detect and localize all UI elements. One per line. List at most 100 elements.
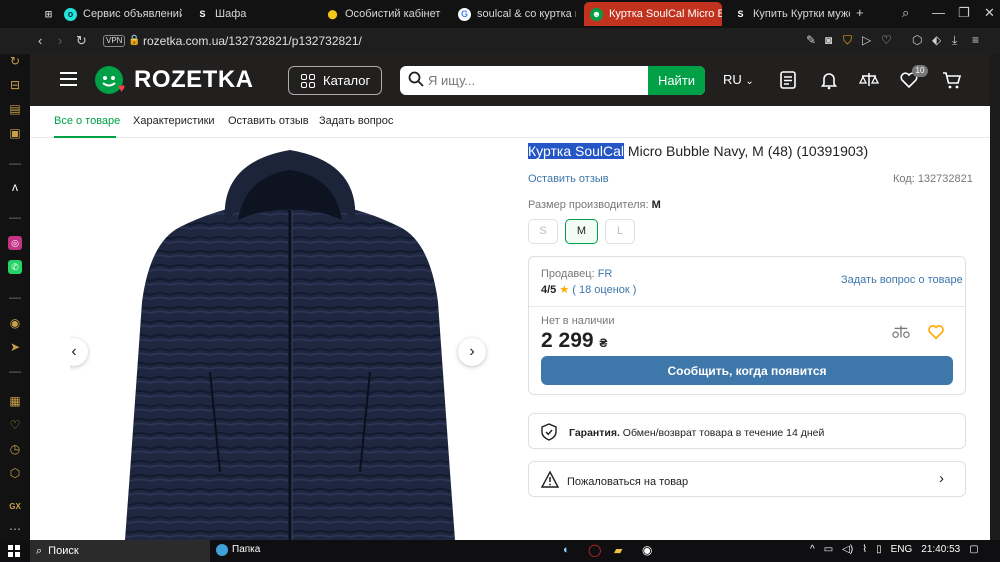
- network-icon[interactable]: ▭: [824, 544, 833, 555]
- send-icon[interactable]: ➤: [8, 340, 22, 354]
- maximize-icon[interactable]: ❐: [958, 5, 970, 21]
- extensions-icon[interactable]: ▦: [8, 394, 22, 408]
- heart-icon[interactable]: ♡: [8, 418, 22, 432]
- jacket-image[interactable]: [70, 142, 510, 540]
- news-icon[interactable]: ▤: [8, 102, 22, 116]
- catalog-button[interactable]: Каталог: [288, 66, 382, 95]
- close-icon[interactable]: ✕: [984, 5, 995, 21]
- vpn-badge[interactable]: VPN: [103, 35, 126, 47]
- new-tab-button[interactable]: +: [856, 5, 864, 20]
- compare-icon[interactable]: [891, 323, 911, 341]
- chrome-app-icon[interactable]: ◐: [563, 544, 570, 556]
- tab-google[interactable]: G soulcal & co куртка му: [452, 2, 576, 26]
- size-option-l[interactable]: L: [605, 219, 635, 244]
- seller-link[interactable]: FR: [598, 268, 613, 280]
- leave-review-link[interactable]: Оставить отзыв: [528, 173, 609, 185]
- minimize-icon[interactable]: —: [932, 5, 945, 20]
- language-switch[interactable]: RU ⌄: [723, 72, 754, 87]
- tab-kupit[interactable]: S Купить Куртки мужск: [728, 2, 850, 26]
- wishlist-count-badge: 10: [912, 65, 928, 77]
- cube-icon[interactable]: ⬡: [912, 33, 922, 47]
- tab-all-about[interactable]: Все о товаре: [54, 115, 120, 127]
- cube-icon[interactable]: ⬡: [8, 466, 22, 480]
- player-icon[interactable]: ◉: [8, 316, 22, 330]
- size-option-s[interactable]: S: [528, 219, 558, 244]
- gaming-icon[interactable]: ⊟: [8, 78, 22, 92]
- notify-when-available-button[interactable]: Сообщить, когда появится: [541, 356, 953, 385]
- edit-icon[interactable]: ✎: [806, 33, 816, 47]
- ask-question-link[interactable]: Задать вопрос о товаре: [841, 274, 963, 286]
- shield-icon[interactable]: ⛉: [843, 33, 852, 48]
- product-code: Код: 132732821: [893, 173, 973, 185]
- camera-icon[interactable]: ◙: [825, 33, 832, 47]
- page-scrollbar[interactable]: [990, 54, 1000, 540]
- tab-ask-question[interactable]: Задать вопрос: [319, 115, 393, 127]
- tab-gx[interactable]: ⊞: [36, 2, 56, 26]
- taskbar-folder[interactable]: Папка: [232, 544, 260, 555]
- extensions-icon[interactable]: ⬖: [932, 33, 941, 47]
- reload-icon[interactable]: ↻: [76, 33, 87, 49]
- shield-check-icon: [541, 423, 557, 441]
- seller-label: Продавец:: [541, 268, 595, 280]
- whatsapp-icon[interactable]: ✆: [8, 260, 22, 274]
- menu-icon[interactable]: ≡: [972, 33, 979, 47]
- forward-icon[interactable]: ›: [58, 33, 62, 48]
- add-to-wishlist-heart-icon[interactable]: [927, 323, 945, 341]
- gamepad-icon: ⊞: [44, 8, 53, 19]
- folder-app-icon[interactable]: ▰: [614, 544, 622, 557]
- grid-icon: [301, 73, 315, 88]
- cart-icon[interactable]: [942, 70, 962, 90]
- tab-olx[interactable]: o Сервис объявлений OLX: [58, 2, 182, 26]
- tiktok-icon[interactable]: ʌ: [8, 180, 22, 194]
- menu-burger-icon[interactable]: [60, 72, 77, 86]
- separator-icon-2: —: [9, 210, 21, 224]
- download-icon[interactable]: ⤓: [952, 33, 957, 48]
- tab-rozetka-active[interactable]: ☻ Куртка SoulCal Micro Bub: [584, 2, 722, 26]
- windows-start-icon[interactable]: [8, 545, 20, 557]
- more-icon[interactable]: ⋯: [8, 522, 22, 536]
- tab-label: Сервис объявлений OLX: [83, 8, 182, 20]
- search-input[interactable]: [428, 70, 638, 91]
- bell-icon[interactable]: [819, 70, 839, 90]
- guarantee-bold: Гарантия.: [569, 427, 620, 439]
- currency: ₴: [599, 336, 608, 350]
- notifications-icon[interactable]: ▢: [969, 544, 978, 555]
- search-button[interactable]: Найти: [648, 66, 705, 95]
- compare-icon[interactable]: [859, 70, 879, 90]
- media-app-icon[interactable]: ◉: [642, 543, 652, 557]
- size-option-m[interactable]: M: [565, 219, 598, 244]
- product-image-gallery: ‹ ›: [70, 142, 510, 540]
- next-image-button[interactable]: ›: [458, 338, 486, 366]
- tray-chevron-icon[interactable]: ^: [810, 544, 815, 555]
- title-selected-text[interactable]: Куртка SoulCal: [528, 143, 625, 159]
- url-field[interactable]: rozetka.com.ua/132732821/p132732821/: [143, 34, 362, 48]
- complain-card[interactable]: Пожаловаться на товар ›: [528, 461, 966, 497]
- battery-icon[interactable]: ▯: [876, 544, 882, 555]
- heart-outline-icon[interactable]: ♡: [881, 33, 892, 47]
- twitch-icon[interactable]: ▣: [8, 126, 22, 140]
- logo-text[interactable]: ROZETKA: [134, 66, 254, 94]
- tab-leave-review[interactable]: Оставить отзыв: [228, 115, 309, 127]
- reviews-count-link[interactable]: ( 18 оценок ): [572, 284, 636, 296]
- address-bar: ‹ › ↻ VPN 🔒 rozetka.com.ua/132732821/p13…: [0, 28, 1000, 54]
- tab-shafa[interactable]: S Шафа: [190, 2, 300, 26]
- send-icon[interactable]: ▷: [862, 33, 871, 47]
- wifi-icon[interactable]: ⌇: [862, 544, 867, 555]
- complain-label: Пожаловаться на товар: [567, 476, 689, 488]
- tab-cabinet[interactable]: ⬤ Особистий кабінет | Ук: [320, 2, 444, 26]
- chevron-right-icon: ›: [939, 470, 944, 487]
- history-icon[interactable]: ↻: [8, 54, 22, 68]
- taskbar-clock[interactable]: 21:40:53: [921, 544, 960, 555]
- gx-icon[interactable]: GX: [8, 500, 22, 514]
- back-icon[interactable]: ‹: [38, 33, 42, 48]
- taskbar-search[interactable]: ⌕ Поиск: [30, 540, 210, 562]
- orders-list-icon[interactable]: [778, 70, 798, 90]
- instagram-icon[interactable]: ◎: [8, 236, 22, 250]
- lock-icon[interactable]: 🔒: [128, 35, 140, 46]
- clock-icon[interactable]: ◷: [8, 442, 22, 456]
- opera-app-icon[interactable]: ◯: [588, 543, 601, 557]
- taskbar-lang[interactable]: ENG: [891, 544, 913, 555]
- search-tabs-icon[interactable]: ⌕: [902, 5, 909, 21]
- tab-characteristics[interactable]: Характеристики: [133, 115, 215, 127]
- volume-icon[interactable]: ◁): [842, 544, 853, 555]
